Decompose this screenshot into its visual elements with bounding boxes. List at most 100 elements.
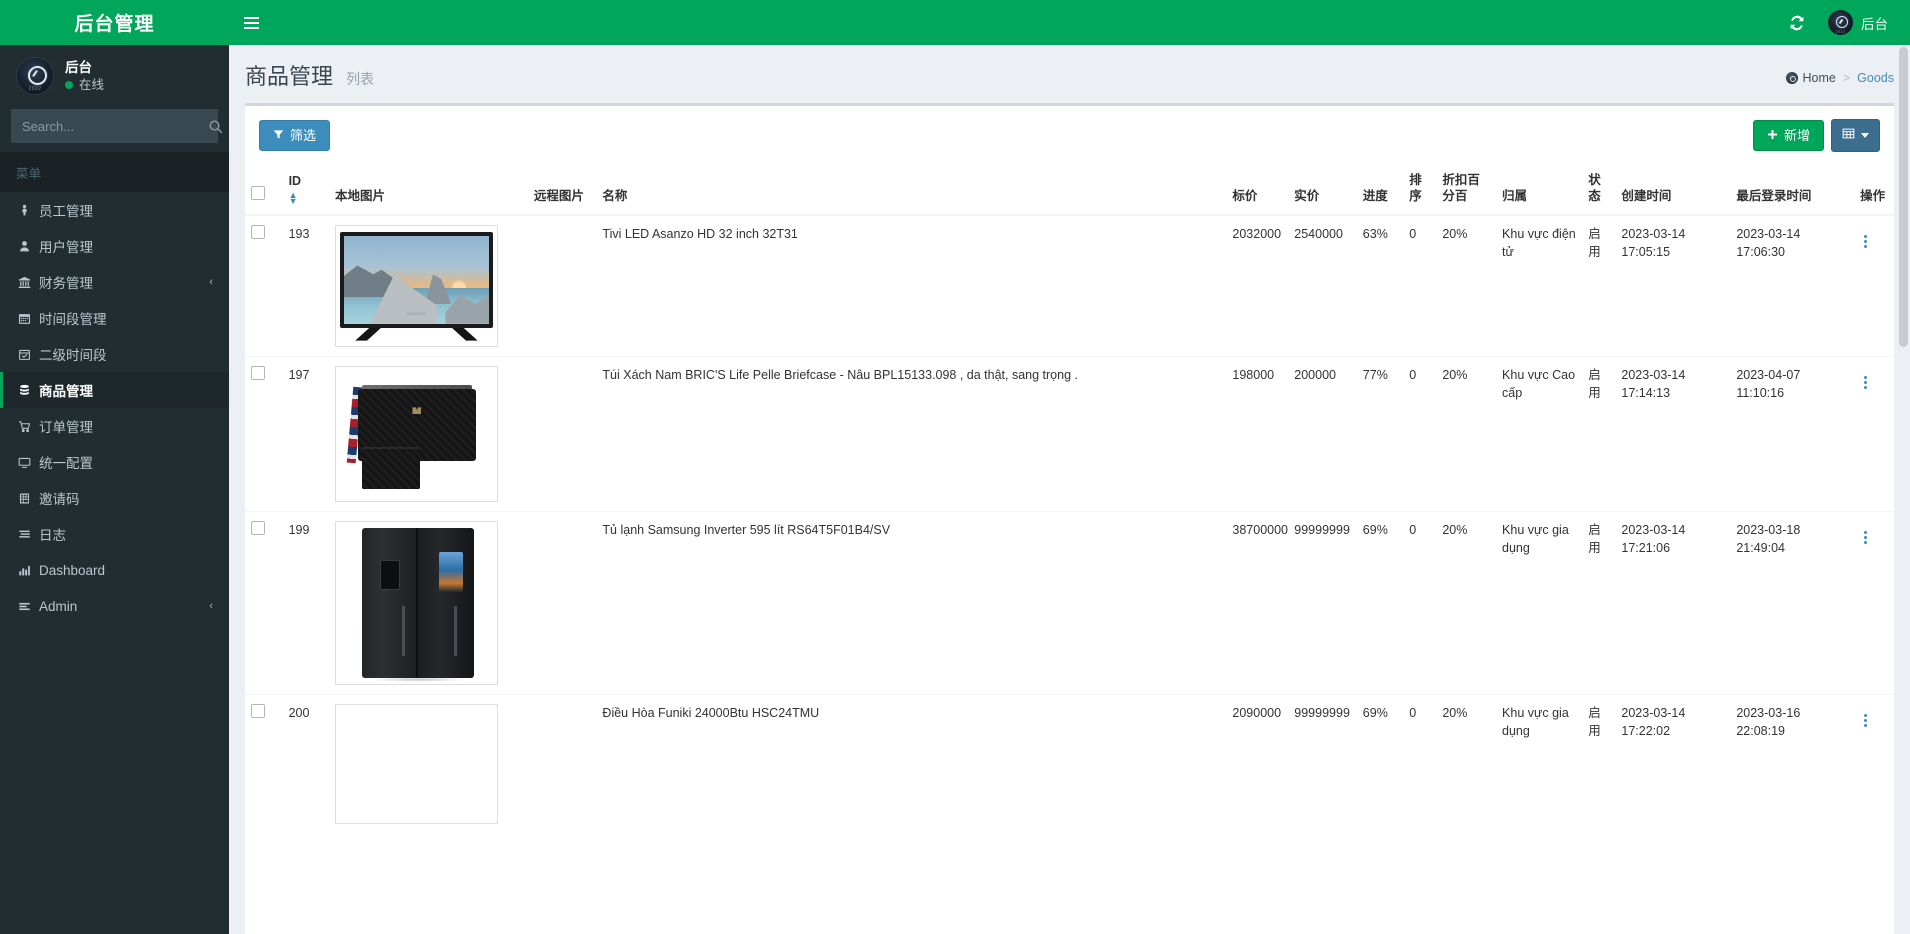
table-row[interactable]: 197 Túi Xách Nam BRIC'S Life Pelle Brief… [245, 355, 1894, 512]
product-thumbnail-tv[interactable]: ASANZO [334, 224, 498, 347]
cell-last-login: 2023-04-07 11:10:16 [1730, 355, 1855, 512]
table-toolbar: 筛选 新增 [245, 106, 1894, 163]
avatar: 2022 [1828, 10, 1853, 35]
vertical-ellipsis-icon[interactable] [1860, 374, 1871, 391]
hamburger-icon[interactable] [229, 0, 274, 45]
th-status: 状态 [1582, 162, 1616, 216]
sidebar-item-finance[interactable]: 财务管理 ‹ [0, 264, 229, 300]
sidebar-filler [0, 624, 229, 934]
filter-button[interactable]: 筛选 [259, 119, 331, 152]
th-id-label: ID [288, 173, 302, 188]
product-thumbnail-fridge[interactable] [334, 520, 498, 685]
breadcrumb-current[interactable]: Goods [1857, 71, 1894, 85]
sidebar: 后台管理 2022 后台 在线 菜单 [0, 0, 229, 934]
cell-discount: 20% [1442, 226, 1468, 241]
sidebar-item-user[interactable]: 用户管理 [0, 228, 229, 264]
plus-icon [1767, 128, 1778, 144]
sidebar-item-label: Admin [39, 598, 78, 614]
page-scrollbar-thumb[interactable] [1899, 47, 1908, 347]
sidebar-item-label: Dashboard [39, 562, 106, 578]
sidebar-item-employee[interactable]: 员工管理 [0, 192, 229, 228]
row-checkbox[interactable] [251, 224, 265, 239]
cell-real-price: 2540000 [1294, 226, 1343, 241]
sidebar-logo[interactable]: 后台管理 [0, 0, 229, 45]
cell-sort: 0 [1403, 355, 1437, 512]
sidebar-item-orders[interactable]: 订单管理 [0, 408, 229, 444]
cell-sort: 0 [1403, 693, 1437, 833]
search-input[interactable] [12, 118, 208, 134]
sidebar-item-subtimeslot[interactable]: 二级时间段 [0, 336, 229, 372]
cell-sort: 0 [1403, 510, 1437, 695]
row-checkbox[interactable] [251, 703, 265, 718]
th-progress: 进度 [1356, 162, 1404, 216]
sidebar-item-label: 时间段管理 [39, 312, 107, 327]
refresh-icon[interactable] [1776, 0, 1818, 45]
sidebar-item-label: 员工管理 [39, 204, 93, 219]
sidebar-item-logs[interactable]: 日志 [0, 516, 229, 552]
cell-remote-image [528, 215, 597, 357]
ticket-icon [18, 492, 39, 505]
sidebar-item-config[interactable]: 统一配置 [0, 444, 229, 480]
sidebar-item-admin[interactable]: Admin ‹ [0, 588, 229, 624]
cell-progress: 69% [1356, 693, 1404, 833]
th-created-at: 创建时间 [1615, 162, 1731, 216]
vertical-ellipsis-icon[interactable] [1860, 529, 1871, 546]
sidebar-item-label: 订单管理 [39, 420, 93, 435]
topbar-user-label: 后台 [1861, 16, 1888, 32]
table-row[interactable]: 193 ASANZO Tivi LED Asanzo HD 32 inch 32… [245, 215, 1894, 357]
product-thumbnail-bag[interactable] [334, 365, 498, 502]
table-header-row: ID ▲ ▼ 本地图片 远程图片 名称 标价 实价 进度 排序 折扣百分百 归属… [245, 162, 1894, 216]
cell-remote-image [527, 510, 597, 695]
vertical-ellipsis-icon[interactable] [1860, 233, 1871, 250]
cell-list-price: 38700000 [1226, 510, 1289, 695]
row-checkbox[interactable] [251, 365, 265, 380]
th-last-login: 最后登录时间 [1730, 162, 1855, 216]
cell-list-price: 2032000 [1232, 226, 1282, 241]
breadcrumb-home[interactable]: Home [1785, 71, 1836, 85]
sidebar-user-name: 后台 [65, 59, 92, 75]
cell-progress: 63% [1362, 226, 1388, 241]
cell-real-price: 99999999 [1288, 693, 1357, 833]
cell-sort: 0 [1409, 226, 1417, 241]
filter-button-label: 筛选 [290, 127, 317, 143]
calendar-icon [18, 312, 39, 325]
select-all-checkbox[interactable] [251, 185, 265, 200]
status-badge: 启用 [1588, 226, 1601, 259]
page-scrollbar[interactable] [1896, 45, 1910, 934]
th-owner: 归属 [1496, 162, 1583, 216]
sidebar-item-goods[interactable]: 商品管理 [0, 372, 229, 408]
sidebar-search[interactable] [11, 109, 223, 143]
vertical-ellipsis-icon[interactable] [1860, 712, 1871, 729]
table-row[interactable]: 199 Tủ lạnh Samsung Inverter 595 lít RS6… [245, 510, 1894, 695]
cell-created-at: 2023-03-14 17:21:06 [1615, 510, 1731, 695]
row-select-cell [245, 510, 283, 695]
columns-toggle-button[interactable] [1831, 119, 1880, 152]
cell-list-price: 2090000 [1226, 693, 1289, 833]
status-badge: 启用 [1582, 510, 1616, 695]
breadcrumb-separator: > [1842, 71, 1851, 85]
row-checkbox[interactable] [251, 520, 265, 535]
sidebar-item-invitecode[interactable]: 邀请码 [0, 480, 229, 516]
sidebar-item-timeslot[interactable]: 时间段管理 [0, 300, 229, 336]
th-id[interactable]: ID ▲ ▼ [282, 162, 329, 216]
add-button[interactable]: 新增 [1752, 119, 1824, 152]
th-actions: 操作 [1854, 162, 1894, 216]
cell-progress: 69% [1356, 510, 1404, 695]
table-row[interactable]: 200 Điều Hòa Funiki 24000Btu HSC24TMU 20… [245, 693, 1894, 833]
product-thumbnail-empty[interactable] [334, 703, 498, 824]
cart-icon [18, 420, 39, 433]
search-icon[interactable] [208, 110, 223, 142]
bars-icon [18, 600, 39, 613]
chevron-left-icon: ‹ [209, 600, 213, 612]
breadcrumb-home-label: Home [1802, 71, 1836, 85]
list-icon [18, 528, 39, 541]
sort-icon[interactable]: ▲ ▼ [289, 190, 323, 205]
cell-real-price: 99999999 [1288, 510, 1357, 695]
cell-last-login: 2023-03-16 22:08:19 [1730, 693, 1855, 833]
sidebar-user-status: 在线 [65, 76, 104, 94]
cell-name: Túi Xách Nam BRIC'S Life Pelle Briefcase… [596, 355, 1227, 512]
sidebar-item-dashboard[interactable]: Dashboard [0, 552, 229, 588]
add-button-label: 新增 [1783, 127, 1810, 143]
topbar-user-menu[interactable]: 2022 后台 [1818, 0, 1894, 45]
cell-remote-image [527, 693, 597, 833]
